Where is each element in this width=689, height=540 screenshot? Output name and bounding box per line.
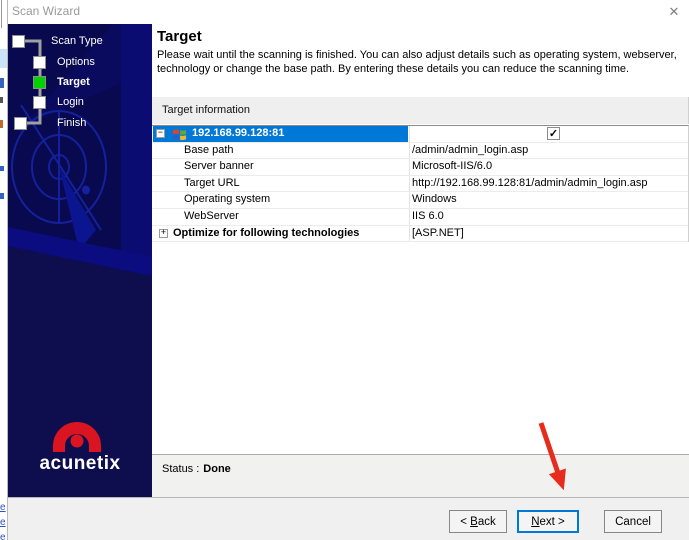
step-box-scan-type xyxy=(12,35,25,48)
windows-logo-icon xyxy=(172,129,187,141)
page-description: Please wait until the scanning is finish… xyxy=(157,49,677,75)
screen: e e e Scan Wizard ✕ Scan Type Options Ta… xyxy=(0,0,689,540)
sidebar-item-options: Options xyxy=(57,56,95,68)
host-checkbox[interactable]: ✓ xyxy=(547,127,560,140)
status-label: Status : xyxy=(162,463,200,475)
step-box-options xyxy=(33,56,46,69)
table-row-target-url[interactable]: Target URL http://192.168.99.128:81/admi… xyxy=(152,176,688,193)
row-label: WebServer xyxy=(184,209,239,222)
status-value: Done xyxy=(203,463,231,475)
title-bar: Scan Wizard ✕ xyxy=(8,0,689,24)
host-row[interactable]: − 192.168.99.128:81 ✓ xyxy=(152,126,688,143)
target-info-table: − 192.168.99.128:81 ✓ Base path /admin/a… xyxy=(152,125,689,243)
row-value: IIS 6.0 xyxy=(412,209,444,222)
background-link-fragment: e xyxy=(0,532,6,540)
page-title: Target xyxy=(157,28,202,45)
row-label: Base path xyxy=(184,143,234,156)
background-link-fragment: e xyxy=(0,502,6,513)
row-label: Optimize for following technologies xyxy=(173,226,360,239)
row-value: http://192.168.99.128:81/admin/admin_log… xyxy=(412,176,648,189)
row-value: Windows xyxy=(412,193,457,206)
scan-wizard-dialog: Scan Wizard ✕ Scan Type Options Target L… xyxy=(7,0,689,540)
sidebar-item-finish: Finish xyxy=(57,117,87,129)
table-row-base-path[interactable]: Base path /admin/admin_login.asp xyxy=(152,143,688,160)
table-row-server-banner[interactable]: Server banner Microsoft-IIS/6.0 xyxy=(152,159,688,176)
expand-toggle-icon[interactable]: + xyxy=(159,228,168,238)
close-icon[interactable]: ✕ xyxy=(665,3,683,21)
cancel-button[interactable]: Cancel xyxy=(604,510,662,533)
sidebar-item-target: Target xyxy=(57,76,90,88)
step-box-login xyxy=(33,96,46,109)
sidebar-item-scan-type: Scan Type xyxy=(51,35,103,47)
host-address: 192.168.99.128:81 xyxy=(192,127,285,139)
row-value: [ASP.NET] xyxy=(412,226,464,239)
step-box-target xyxy=(33,76,46,89)
next-button[interactable]: Next > xyxy=(517,510,579,533)
row-value: Microsoft-IIS/6.0 xyxy=(412,160,493,173)
table-row-optimize[interactable]: + Optimize for following technologies [A… xyxy=(152,226,688,243)
row-label: Target URL xyxy=(184,176,240,189)
background-link-fragment: e xyxy=(0,517,6,528)
status-text: Status : Done xyxy=(162,463,231,475)
button-bar: < Back Next > Cancel xyxy=(8,497,689,540)
sidebar-item-login: Login xyxy=(57,96,84,108)
collapse-toggle-icon[interactable]: − xyxy=(156,129,165,138)
section-header: Target information xyxy=(152,97,689,124)
table-row-webserver[interactable]: WebServer IIS 6.0 xyxy=(152,209,688,226)
back-button[interactable]: < Back xyxy=(449,510,507,533)
step-box-finish xyxy=(14,117,27,130)
background-window-edge: e e e xyxy=(0,0,7,540)
wizard-sidebar: Scan Type Options Target Login Finish ac… xyxy=(8,24,152,497)
row-value: /admin/admin_login.asp xyxy=(412,143,529,156)
row-label: Operating system xyxy=(184,193,271,206)
table-row-operating-system[interactable]: Operating system Windows xyxy=(152,192,688,209)
acunetix-logo-text: acunetix xyxy=(39,453,121,474)
row-label: Server banner xyxy=(184,160,254,173)
status-bar: Status : Done xyxy=(152,454,689,497)
window-title: Scan Wizard xyxy=(12,4,81,18)
